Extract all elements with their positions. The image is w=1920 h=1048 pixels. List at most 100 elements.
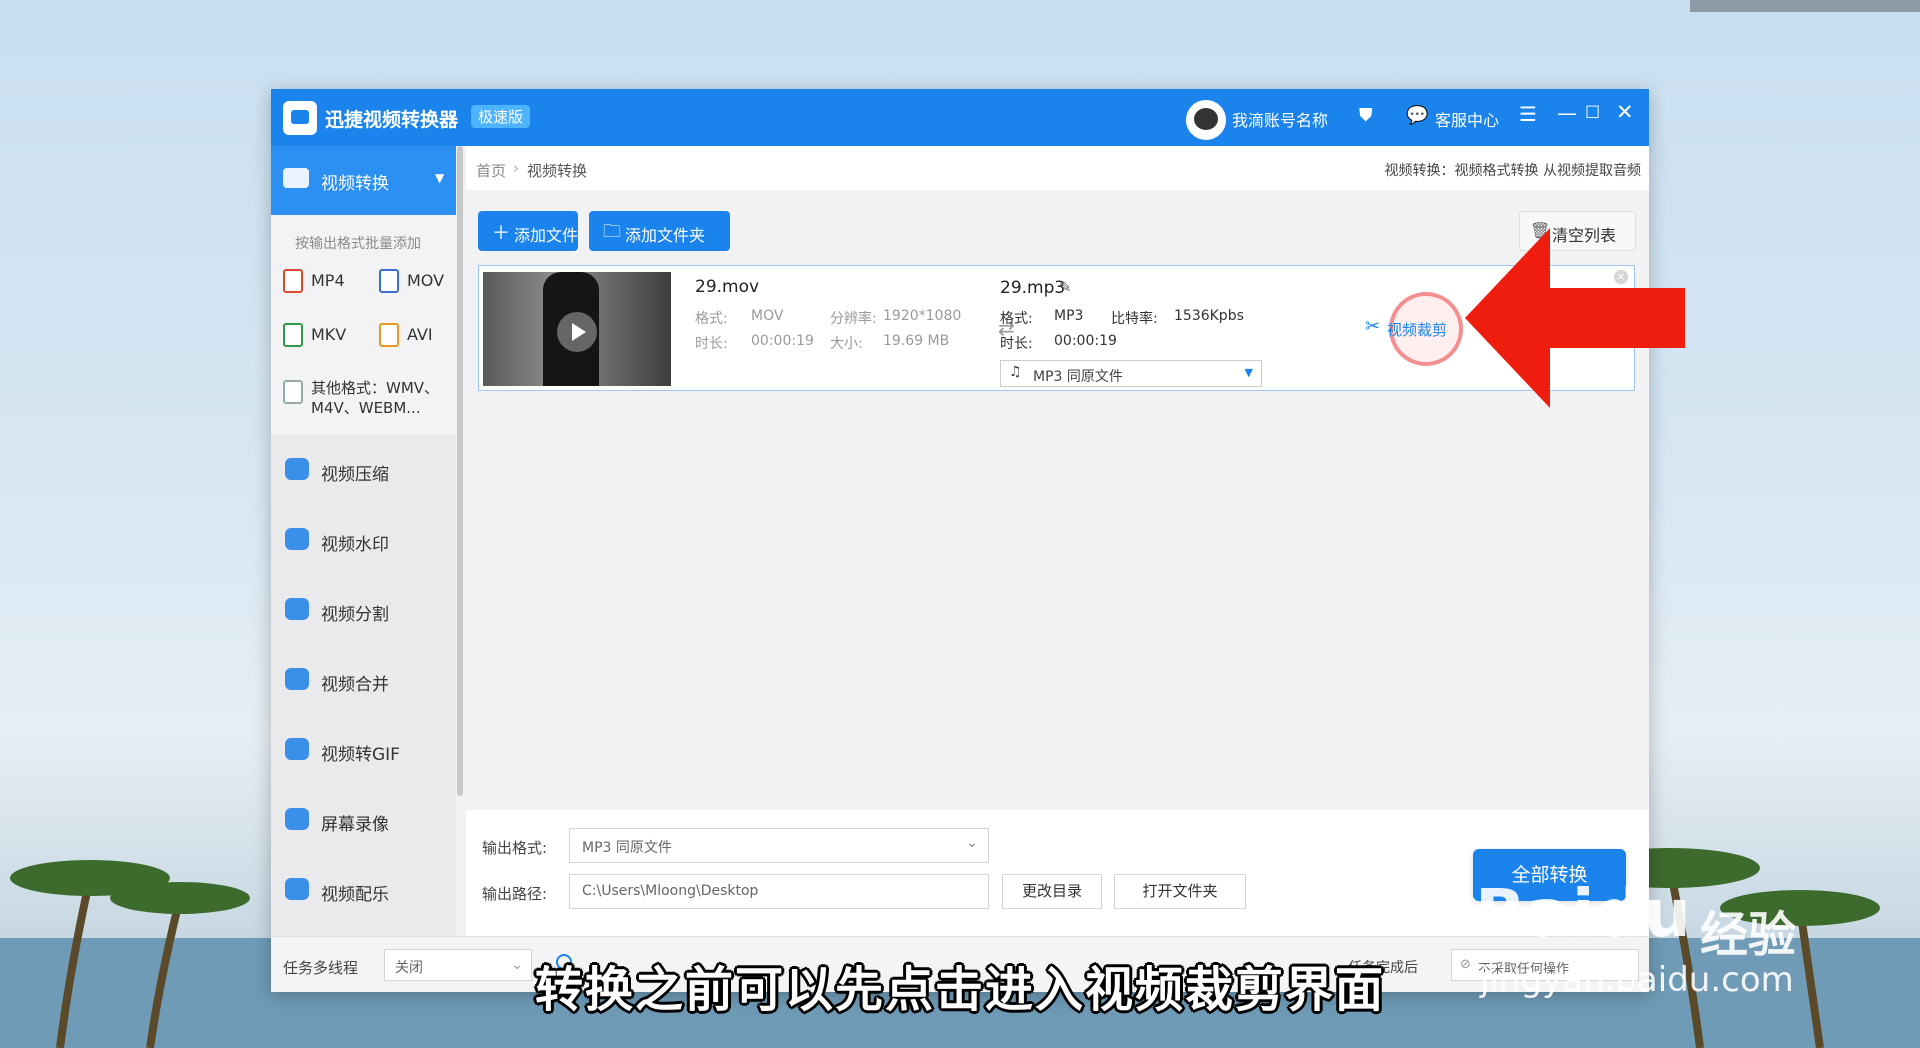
source-duration-label: 时长: <box>695 336 728 352</box>
output-bitrate: 1536Kpbs <box>1174 308 1244 324</box>
avatar[interactable] <box>1186 100 1226 140</box>
output-preset-select[interactable]: ♫ MP3 同原文件 ▼ <box>1000 360 1262 387</box>
baidu-watermark-url: jingyan.baidu.com <box>1480 960 1794 1000</box>
music-note-icon: ♫ <box>1009 364 1022 380</box>
folder-icon: 🗀 <box>603 221 621 242</box>
edition-badge: 极速版 <box>471 105 531 128</box>
breadcrumb-separator: › <box>513 159 519 177</box>
format-label: MP4 <box>311 271 345 290</box>
minimize-icon[interactable]: — <box>1557 101 1577 125</box>
sidebar-item-watermark[interactable]: 视频水印 <box>271 512 456 572</box>
close-icon[interactable]: ✕ <box>1616 100 1634 124</box>
sidebar-item-label: 视频转GIF <box>321 745 400 765</box>
source-resolution-label: 分辨率: <box>830 311 877 327</box>
account-name[interactable]: 我滴账号名称 <box>1232 107 1328 131</box>
maximize-icon[interactable]: ☐ <box>1585 103 1600 123</box>
breadcrumb-home[interactable]: 首页 <box>476 160 506 181</box>
output-preset-value: MP3 同原文件 <box>1033 369 1123 385</box>
vip-shield-icon[interactable]: ⛊ <box>1359 105 1373 126</box>
pencil-icon[interactable]: ✎ <box>1059 278 1072 296</box>
output-format-label: 格式: <box>1000 311 1033 327</box>
mp4-file-icon <box>283 269 303 293</box>
sidebar-item-label: 视频转换 <box>321 174 389 194</box>
app-window: 迅捷视频转换器 极速版 我滴账号名称 ⛊ 💬 客服中心 ☰ — ☐ ✕ 视频转换… <box>271 89 1649 992</box>
red-pointer-arrow <box>1465 228 1685 408</box>
sidebar-item-label: 视频水印 <box>321 535 389 555</box>
source-format: MOV <box>751 308 784 324</box>
output-file-name[interactable]: 29.mp3 <box>1000 278 1065 298</box>
merge-icon <box>285 668 309 690</box>
video-thumbnail[interactable] <box>483 272 671 386</box>
sidebar-item-merge[interactable]: 视频合并 <box>271 652 456 712</box>
caret-down-icon: ▼ <box>435 171 445 185</box>
play-icon[interactable] <box>557 312 597 352</box>
format-hint: 按输出格式批量添加 <box>295 236 421 252</box>
output-duration: 00:00:19 <box>1054 333 1117 349</box>
source-duration: 00:00:19 <box>751 333 814 349</box>
customer-service-link[interactable]: 客服中心 <box>1435 107 1499 131</box>
sidebar-item-split[interactable]: 视频分割 <box>271 582 456 642</box>
mov-file-icon <box>379 269 399 293</box>
screen-record-icon <box>285 808 309 830</box>
chevron-down-icon: ⌄ <box>966 835 978 851</box>
video-convert-icon <box>283 168 309 188</box>
breadcrumb: 首页 › 视频转换 视频转换：视频格式转换 从视频提取音频 <box>466 146 1649 190</box>
output-bitrate-label: 比特率: <box>1111 311 1158 327</box>
source-size: 19.69 MB <box>883 333 950 349</box>
source-size-label: 大小: <box>830 336 863 352</box>
add-folder-button[interactable]: 🗀 添加文件夹 <box>589 211 730 251</box>
output-duration-label: 时长: <box>1000 336 1033 352</box>
add-file-label: 添加文件 <box>514 226 579 245</box>
format-label: MKV <box>311 325 347 344</box>
scissors-icon[interactable]: ✂ <box>1365 316 1380 337</box>
page-description: 视频转换：视频格式转换 从视频提取音频 <box>1384 163 1641 179</box>
output-path-value: C:\Users\Mloong\Desktop <box>582 883 759 899</box>
sidebar-item-label: 视频压缩 <box>321 465 389 485</box>
output-path-label: 输出路径: <box>482 885 548 903</box>
title-bar: 迅捷视频转换器 极速版 我滴账号名称 ⛊ 💬 客服中心 ☰ — ☐ ✕ <box>271 89 1649 146</box>
output-settings-panel: 输出格式: MP3 同原文件 ⌄ 输出路径: C:\Users\Mloong\D… <box>466 810 1649 936</box>
app-title: 迅捷视频转换器 <box>325 109 459 131</box>
sidebar-item-screen-record[interactable]: 屏幕录像 <box>271 792 456 852</box>
output-format-value: MP3 同原文件 <box>582 840 672 856</box>
sidebar-item-music[interactable]: 视频配乐 <box>271 862 456 922</box>
sidebar-item-label: 视频分割 <box>321 605 389 625</box>
sidebar-item-label: 屏幕录像 <box>321 815 389 835</box>
sidebar-item-gif[interactable]: 视频转GIF <box>271 722 456 782</box>
format-shortcuts: 按输出格式批量添加 MP4 MOV MKV AVI 其他格式：WMV、 M4V、W… <box>271 215 456 435</box>
output-format-label: 输出格式: <box>482 839 548 857</box>
video-cut-link[interactable]: 视频裁剪 <box>1387 319 1447 340</box>
menu-icon[interactable]: ☰ <box>1519 102 1537 126</box>
source-resolution: 1920*1080 <box>883 308 962 324</box>
sidebar-item-label: 视频合并 <box>321 675 389 695</box>
output-path-field[interactable]: C:\Users\Mloong\Desktop <box>569 874 989 909</box>
format-other-label: 其他格式：WMV、 M4V、WEBM... <box>311 379 440 417</box>
change-directory-button[interactable]: 更改目录 <box>1002 874 1102 909</box>
compress-icon <box>285 458 309 480</box>
file-list-item[interactable]: 29.mov 格式: MOV 分辨率: 1920*1080 时长: 00:00:… <box>478 265 1635 391</box>
sidebar: 视频转换 ▼ 按输出格式批量添加 MP4 MOV MKV AVI 其他格式：WM… <box>271 146 456 936</box>
open-folder-button[interactable]: 打开文件夹 <box>1114 874 1246 909</box>
music-icon <box>285 878 309 900</box>
source-format-label: 格式: <box>695 311 728 327</box>
sidebar-scrollbar[interactable] <box>457 146 463 796</box>
watermark-icon <box>285 528 309 550</box>
source-file-name: 29.mov <box>695 277 760 297</box>
mkv-file-icon <box>283 323 303 347</box>
chat-icon[interactable]: 💬 <box>1406 105 1428 126</box>
add-file-button[interactable]: ＋ 添加文件 <box>478 211 578 251</box>
output-format-select[interactable]: MP3 同原文件 ⌄ <box>569 828 989 863</box>
avi-file-icon <box>379 323 399 347</box>
add-folder-label: 添加文件夹 <box>625 226 706 245</box>
plus-icon: ＋ <box>492 223 510 244</box>
other-file-icon <box>283 380 303 404</box>
format-label: AVI <box>407 325 433 344</box>
sidebar-item-compress[interactable]: 视频压缩 <box>271 442 456 502</box>
format-label: MOV <box>407 271 445 290</box>
gif-icon <box>285 738 309 760</box>
baidu-watermark-cn: 经验 <box>1700 907 1797 963</box>
breadcrumb-current: 视频转换 <box>527 162 588 180</box>
sidebar-item-video-convert[interactable]: 视频转换 ▼ <box>271 146 456 215</box>
dropdown-arrow-icon: ▼ <box>1244 366 1253 379</box>
split-icon <box>285 598 309 620</box>
